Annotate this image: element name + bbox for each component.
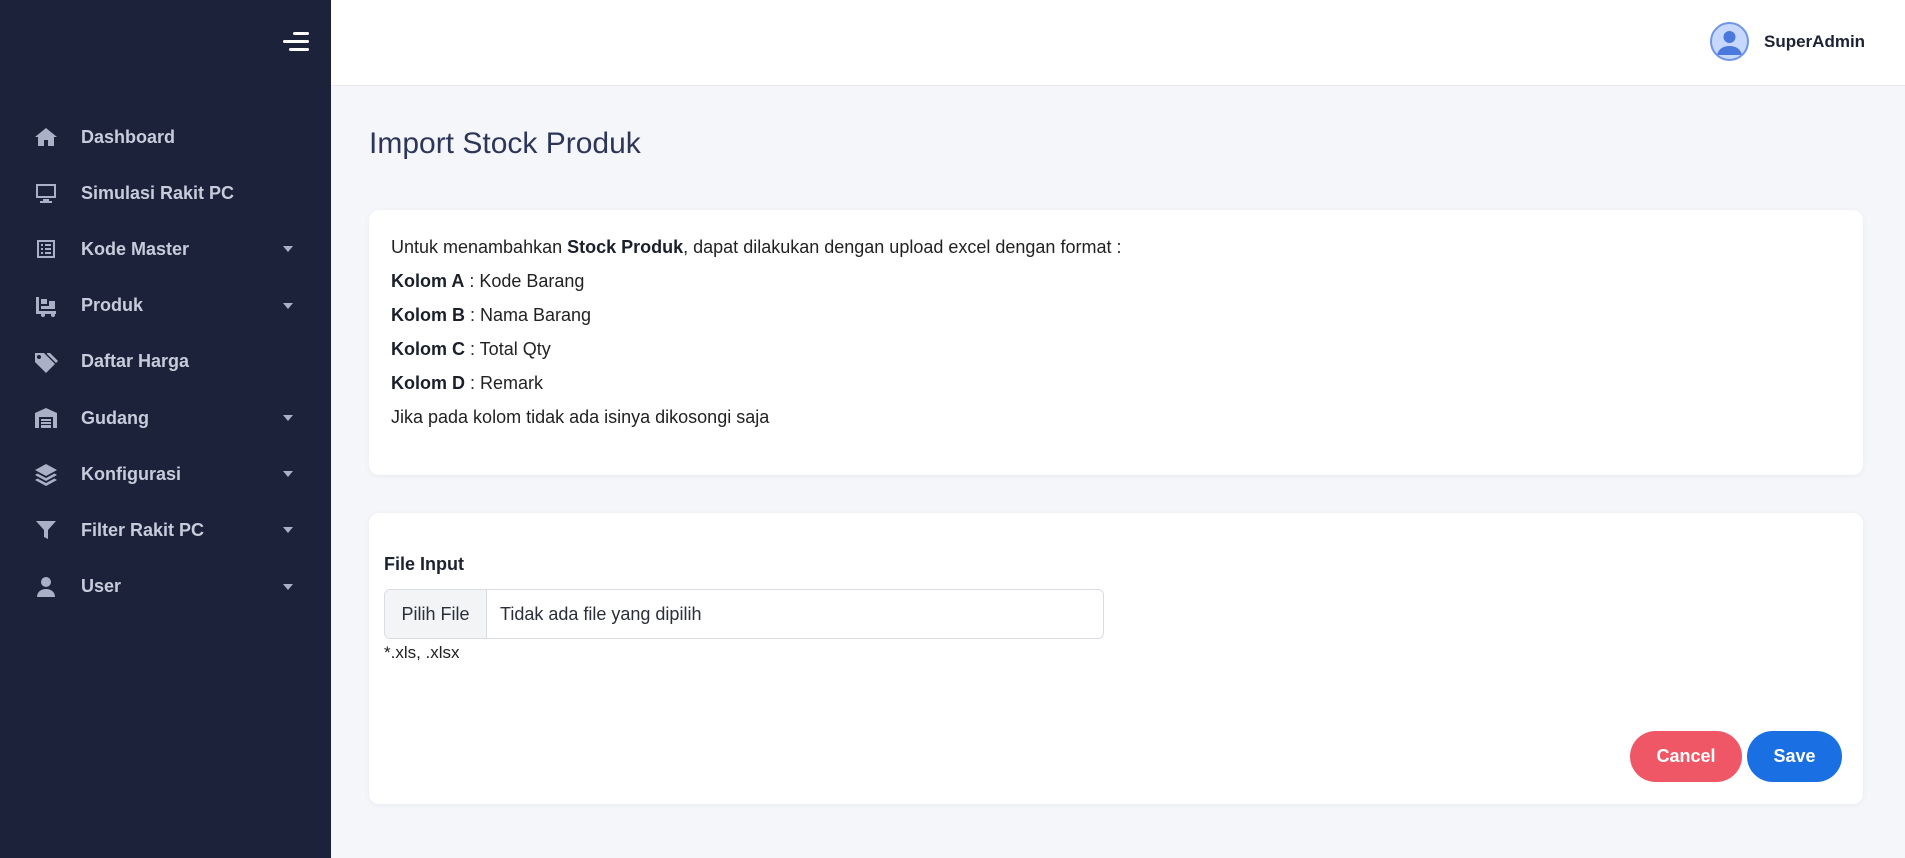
column-key: Kolom A bbox=[391, 271, 465, 291]
intro-suffix: , dapat dilakukan dengan upload excel de… bbox=[683, 237, 1122, 257]
sidebar-item-simulasi-rakit-pc[interactable]: Simulasi Rakit PC bbox=[0, 165, 331, 221]
file-input[interactable]: Pilih File Tidak ada file yang dipilih bbox=[384, 589, 1104, 639]
sidebar-item-gudang[interactable]: Gudang bbox=[0, 390, 331, 446]
user-avatar-icon[interactable] bbox=[1710, 22, 1749, 61]
sidebar-item-label: Produk bbox=[81, 295, 144, 316]
sidebar-item-kode-master[interactable]: Kode Master bbox=[0, 221, 331, 277]
sidebar-item-daftar-harga[interactable]: Daftar Harga bbox=[0, 334, 331, 390]
column-value: : Total Qty bbox=[465, 339, 551, 359]
cancel-button[interactable]: Cancel bbox=[1630, 731, 1742, 782]
sidebar-item-label: Daftar Harga bbox=[81, 351, 190, 372]
layers-icon bbox=[34, 462, 58, 487]
menu-toggle-icon[interactable] bbox=[283, 32, 309, 52]
user-icon bbox=[34, 575, 58, 599]
chevron-down-icon bbox=[283, 246, 293, 253]
username[interactable]: SuperAdmin bbox=[1764, 32, 1865, 52]
sidebar-item-label: Dashboard bbox=[81, 126, 176, 147]
sidebar-item-label: Kode Master bbox=[81, 238, 190, 259]
sidebar-item-label: Simulasi Rakit PC bbox=[81, 182, 235, 203]
home-icon bbox=[34, 125, 58, 149]
instructions-intro: Untuk menambahkan Stock Produk, dapat di… bbox=[391, 235, 1121, 269]
intro-bold: Stock Produk bbox=[567, 237, 684, 257]
monitor-icon bbox=[34, 181, 58, 205]
sidebar-nav: Dashboard Simulasi Rakit PC Kode Master … bbox=[0, 109, 331, 615]
sidebar: Dashboard Simulasi Rakit PC Kode Master … bbox=[0, 0, 331, 858]
column-value: : Kode Barang bbox=[464, 271, 585, 291]
column-key: Kolom D bbox=[391, 373, 465, 393]
column-line-c: Kolom C : Total Qty bbox=[391, 337, 1121, 371]
sidebar-item-dashboard[interactable]: Dashboard bbox=[0, 109, 331, 165]
sidebar-item-label: Konfigurasi bbox=[81, 463, 182, 484]
file-format-hint: *.xls, .xlsx bbox=[384, 643, 460, 662]
save-button[interactable]: Save bbox=[1747, 731, 1842, 782]
chevron-down-icon bbox=[283, 415, 293, 422]
instructions-card: Untuk menambahkan Stock Produk, dapat di… bbox=[369, 210, 1863, 475]
chevron-down-icon bbox=[283, 302, 293, 309]
sidebar-item-user[interactable]: User bbox=[0, 559, 331, 615]
chevron-down-icon bbox=[283, 471, 293, 478]
file-input-label: File Input bbox=[384, 554, 464, 574]
sidebar-item-label: Filter Rakit PC bbox=[81, 519, 205, 540]
column-key: Kolom C bbox=[391, 339, 465, 359]
column-line-b: Kolom B : Nama Barang bbox=[391, 303, 1121, 337]
sidebar-item-filter-rakit-pc[interactable]: Filter Rakit PC bbox=[0, 502, 331, 558]
instructions-note: Jika pada kolom tidak ada isinya dikoson… bbox=[391, 407, 770, 427]
tags-icon bbox=[34, 350, 58, 374]
intro-prefix: Untuk menambahkan bbox=[391, 237, 568, 257]
instructions-text: Untuk menambahkan Stock Produk, dapat di… bbox=[391, 235, 1121, 439]
upload-form-card: File Input Pilih File Tidak ada file yan… bbox=[369, 513, 1863, 804]
list-icon bbox=[34, 237, 58, 261]
choose-file-button[interactable]: Pilih File bbox=[385, 590, 487, 638]
column-line-d: Kolom D : Remark bbox=[391, 371, 1121, 405]
column-value: : Nama Barang bbox=[465, 305, 592, 325]
chevron-down-icon bbox=[283, 583, 293, 590]
topbar bbox=[331, 0, 1905, 86]
sidebar-item-produk[interactable]: Produk bbox=[0, 278, 331, 334]
file-status-text: Tidak ada file yang dipilih bbox=[500, 603, 702, 624]
sidebar-item-label: Gudang bbox=[81, 407, 149, 428]
chevron-down-icon bbox=[283, 527, 293, 534]
dolly-icon bbox=[34, 294, 58, 318]
warehouse-icon bbox=[34, 406, 58, 430]
sidebar-item-konfigurasi[interactable]: Konfigurasi bbox=[0, 446, 331, 502]
page-title: Import Stock Produk bbox=[369, 127, 641, 160]
column-key: Kolom B bbox=[391, 305, 465, 325]
filter-icon bbox=[34, 518, 58, 542]
column-value: : Remark bbox=[465, 373, 544, 393]
sidebar-item-label: User bbox=[81, 576, 122, 597]
column-line-a: Kolom A : Kode Barang bbox=[391, 269, 1121, 303]
